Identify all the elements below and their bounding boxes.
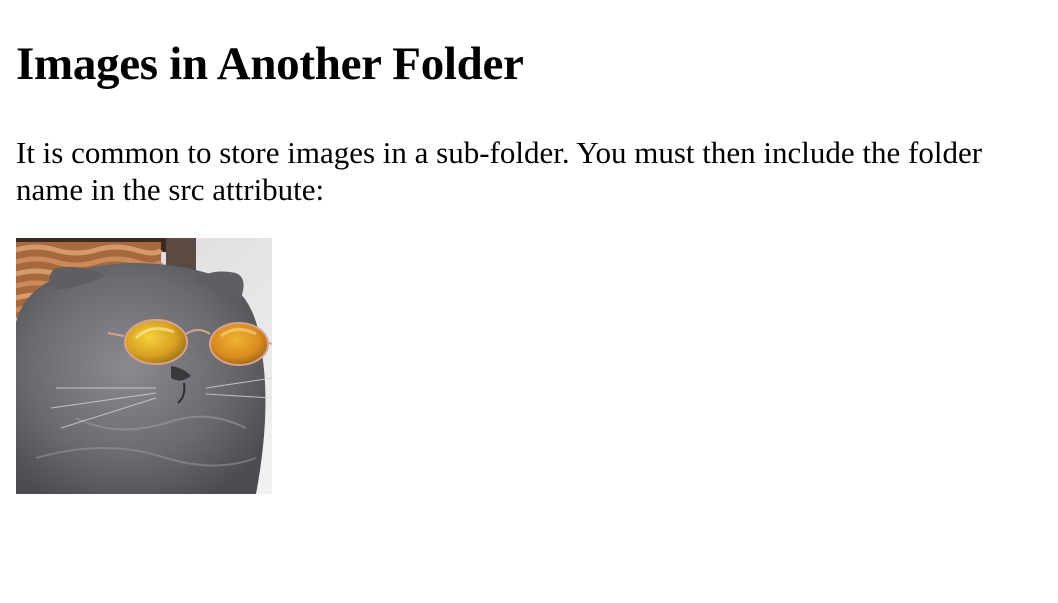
page-title: Images in Another Folder <box>16 38 524 90</box>
page-content: Images in Another Folder It is common to… <box>0 0 1058 208</box>
cat-sunglasses-image <box>16 238 272 494</box>
intro-paragraph: It is common to store images in a sub-fo… <box>16 135 983 207</box>
